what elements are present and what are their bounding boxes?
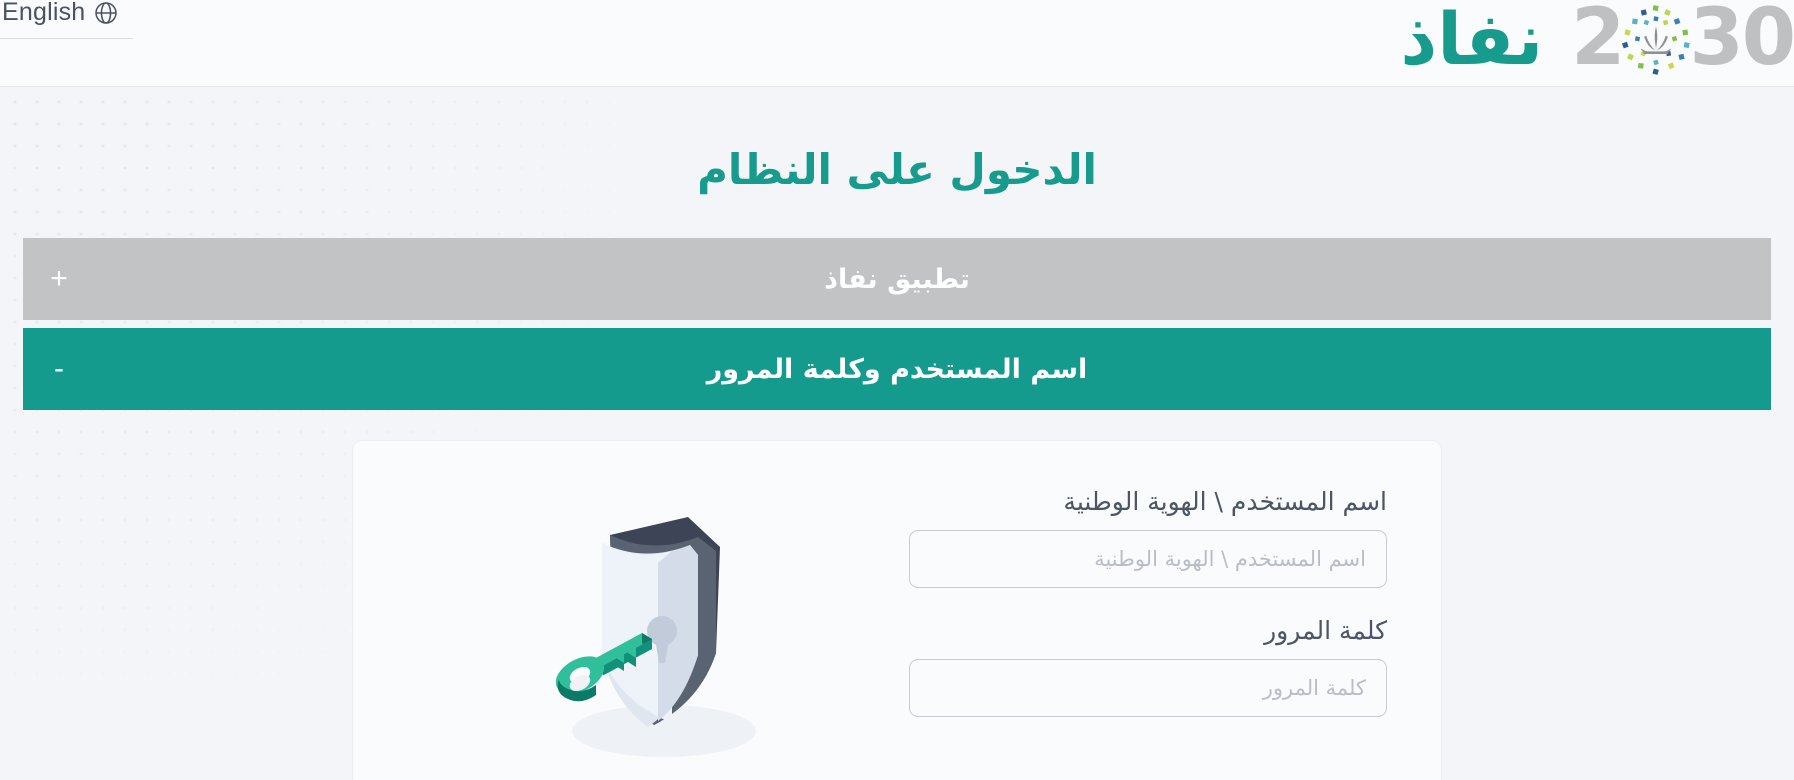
accordion-divider: [23, 320, 1771, 328]
top-bar: English 2 30 نفاذ: [0, 0, 1794, 87]
username-field-label: اسم المستخدم \ الهوية الوطنية: [1063, 487, 1387, 516]
accordion-item-username-password-label: اسم المستخدم وكلمة المرور: [706, 353, 1088, 385]
language-switch-button[interactable]: English: [0, 0, 129, 33]
login-form-panel: اسم المستخدم \ الهوية الوطنية كلمة المرو…: [352, 440, 1442, 780]
password-field-label: كلمة المرور: [1264, 616, 1387, 645]
vision-2030-logo: 2 30: [1571, 0, 1794, 84]
minus-icon[interactable]: -: [45, 354, 73, 384]
accordion-item-username-password[interactable]: اسم المستخدم وكلمة المرور -: [23, 328, 1771, 410]
globe-icon: [93, 0, 119, 26]
username-field-block: اسم المستخدم \ الهوية الوطنية: [909, 487, 1387, 588]
accordion-item-nafath-app[interactable]: تطبيق نفاذ +: [23, 238, 1771, 320]
password-input[interactable]: [909, 659, 1387, 717]
vision-2030-left-digit: 2: [1571, 0, 1625, 84]
nafath-logo: نفاذ: [1400, 0, 1544, 81]
saudi-vision-emblem-icon: [1619, 4, 1693, 78]
language-switch-underline: [0, 38, 133, 39]
username-input[interactable]: [909, 530, 1387, 588]
main-content: الدخول على النظام تطبيق نفاذ + اسم المست…: [0, 87, 1794, 780]
password-field-block: كلمة المرور: [909, 616, 1387, 717]
accordion-item-nafath-app-label: تطبيق نفاذ: [824, 263, 970, 295]
logo-group: 2 30 نفاذ: [1362, 0, 1794, 87]
language-switch-label: English: [2, 0, 86, 26]
shield-and-key-icon: [502, 503, 802, 763]
login-form: اسم المستخدم \ الهوية الوطنية كلمة المرو…: [909, 487, 1387, 717]
login-method-accordion: تطبيق نفاذ + اسم المستخدم وكلمة المرور -: [23, 238, 1771, 410]
vision-2030-right-digits: 30: [1689, 0, 1794, 84]
plus-icon[interactable]: +: [45, 264, 73, 294]
illustration-column: [395, 487, 909, 763]
page-title: الدخول على النظام: [697, 145, 1097, 194]
